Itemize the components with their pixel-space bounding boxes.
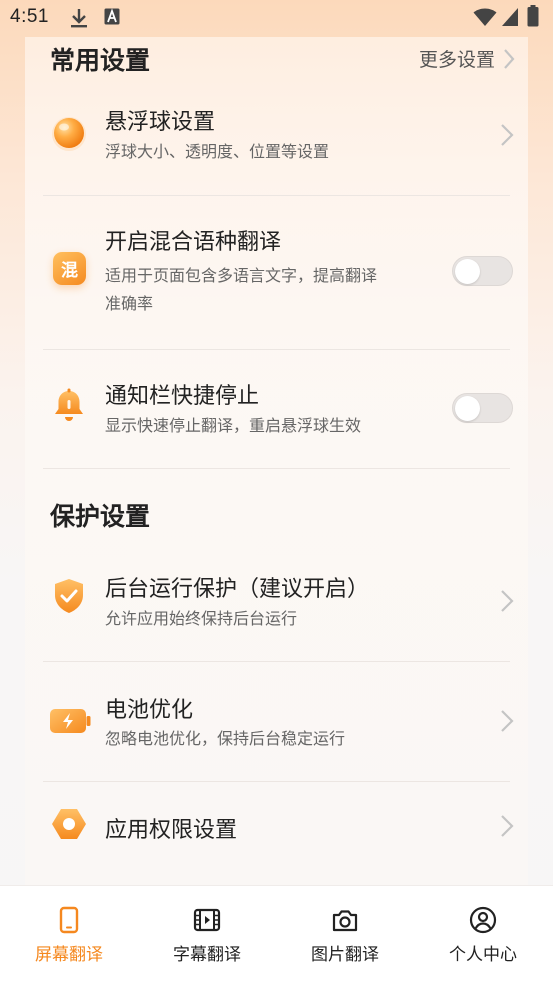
tab-subtitle-translate[interactable]: 字幕翻译 — [138, 886, 276, 984]
phone-icon — [59, 906, 79, 934]
section-title-protection: 保护设置 — [50, 502, 151, 531]
bell-icon — [55, 388, 83, 421]
battery-optimization-subtitle: 忽略电池优化，保持后台稳定运行 — [105, 729, 346, 748]
chevron-right-icon — [501, 590, 514, 612]
signal-icon — [502, 8, 518, 26]
settings-item-battery-optimization[interactable]: 电池优化 忽略电池优化，保持后台稳定运行 — [25, 662, 528, 781]
divider — [43, 468, 510, 469]
status-time: 4:51 — [10, 6, 49, 27]
film-icon — [193, 908, 221, 932]
mixed-language-subtitle-line2: 准确率 — [105, 294, 154, 313]
chevron-right-icon — [501, 710, 514, 732]
battery-charging-icon — [50, 709, 91, 733]
tab-label: 个人中心 — [449, 945, 517, 965]
download-icon — [71, 9, 87, 28]
mixed-language-subtitle-line1: 适用于页面包含多语言文字，提高翻译 — [105, 266, 378, 285]
mixed-language-toggle[interactable] — [452, 256, 513, 286]
mixed-language-title: 开启混合语种翻译 — [105, 230, 282, 255]
mixed-language-icon: 混 — [53, 252, 86, 285]
notification-stop-subtitle: 显示快速停止翻译，重启悬浮球生效 — [105, 416, 362, 435]
notification-stop-toggle[interactable] — [452, 393, 513, 423]
float-ball-icon — [52, 117, 86, 151]
chevron-right-icon — [504, 48, 515, 69]
section-title-common: 常用设置 — [50, 46, 151, 75]
hexagon-icon — [52, 809, 86, 839]
app-permissions-title: 应用权限设置 — [105, 818, 238, 843]
toggle-knob — [455, 396, 480, 421]
tab-screen-translate[interactable]: 屏幕翻译 — [0, 886, 138, 984]
settings-item-notification-stop: 通知栏快捷停止 显示快速停止翻译，重启悬浮球生效 — [25, 350, 528, 468]
float-ball-subtitle: 浮球大小、透明度、位置等设置 — [105, 142, 330, 161]
mixed-language-icon-text: 混 — [61, 261, 78, 281]
float-ball-title: 悬浮球设置 — [105, 110, 216, 135]
toggle-knob — [455, 259, 480, 284]
bottom-tab-bar: 屏幕翻译 字幕翻译 图片翻译 个人中心 — [0, 885, 553, 984]
more-settings-label: 更多设置 — [418, 49, 495, 71]
settings-item-background-protection[interactable]: 后台运行保护（建议开启） 允许应用始终保持后台运行 — [25, 552, 528, 661]
settings-item-mixed-language: 混 开启混合语种翻译 适用于页面包含多语言文字，提高翻译 准确率 — [25, 196, 528, 349]
shield-check-icon — [55, 579, 83, 613]
background-protection-subtitle: 允许应用始终保持后台运行 — [105, 609, 298, 628]
battery-icon — [527, 5, 539, 27]
status-bar: 4:51 — [0, 0, 553, 38]
background-protection-title: 后台运行保护（建议开启） — [105, 577, 370, 602]
tab-personal-center[interactable]: 个人中心 — [414, 886, 552, 984]
camera-icon — [332, 910, 358, 932]
text-a-icon — [104, 8, 120, 25]
battery-optimization-title: 电池优化 — [105, 698, 194, 723]
tab-label: 字幕翻译 — [173, 945, 241, 965]
user-circle-icon — [469, 906, 497, 934]
tab-image-translate[interactable]: 图片翻译 — [276, 886, 414, 984]
wifi-icon — [473, 8, 497, 26]
settings-item-float-ball[interactable]: 悬浮球设置 浮球大小、透明度、位置等设置 — [25, 95, 528, 195]
more-settings-link[interactable]: 更多设置 — [419, 45, 515, 72]
tab-label: 屏幕翻译 — [35, 945, 103, 965]
chevron-right-icon — [501, 815, 514, 837]
notification-stop-title: 通知栏快捷停止 — [105, 384, 260, 409]
tab-label: 图片翻译 — [311, 945, 379, 965]
chevron-right-icon — [501, 124, 514, 146]
settings-item-app-permissions[interactable]: 应用权限设置 — [25, 782, 528, 872]
